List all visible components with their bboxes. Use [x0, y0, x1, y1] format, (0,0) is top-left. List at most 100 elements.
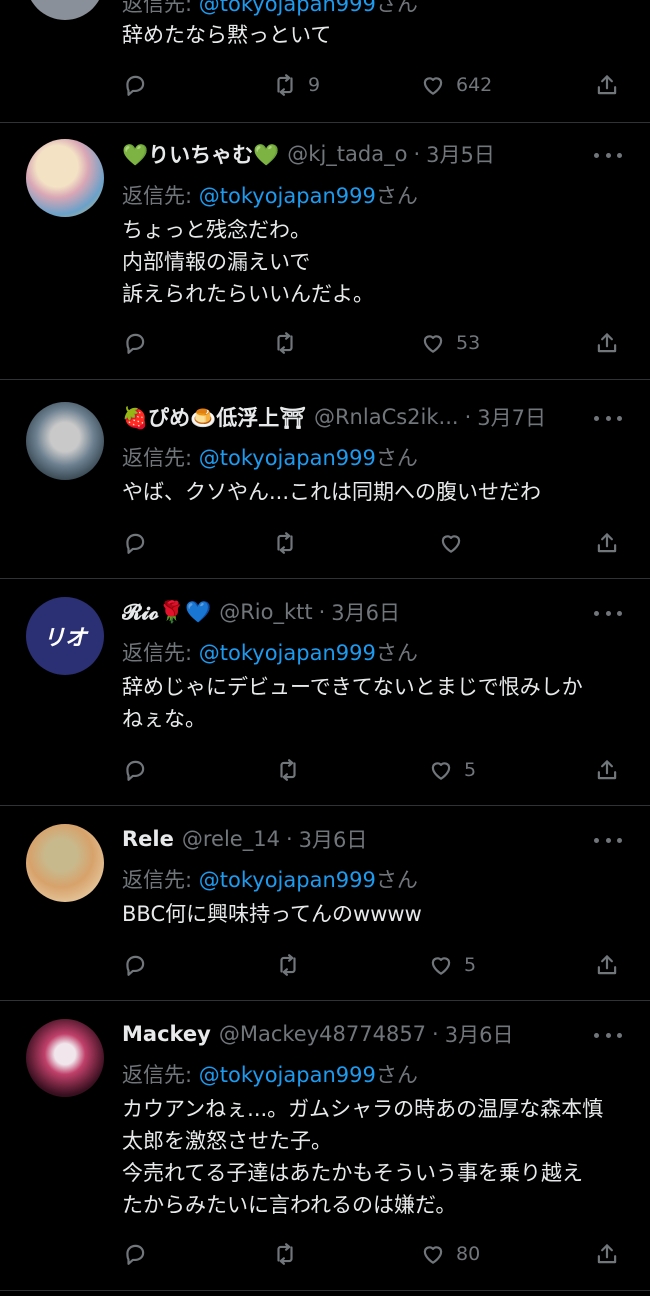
reply-bubble-icon	[126, 75, 145, 96]
like-button[interactable]: 642	[420, 68, 492, 102]
reply-tweet[interactable]: 返信先: @tokyojapan999さん 辞めたなら黙っといて 9 642	[0, 0, 650, 122]
like-count: 5	[464, 954, 477, 976]
retweet-arrows-icon	[277, 532, 293, 554]
share-upload-icon	[597, 75, 617, 95]
tweet-text: やば、クソやん...これは同期への腹いせだわ	[122, 480, 542, 504]
reply-button[interactable]	[122, 526, 148, 560]
more-dots-icon[interactable]	[594, 603, 622, 623]
reply-to-line: 返信先: @tokyojapan999さん	[122, 184, 418, 208]
avatar[interactable]	[26, 139, 104, 217]
like-button[interactable]: 5	[428, 753, 476, 787]
tweet-header: 🍓ぴめ🍮低浮上⛩ @RnlaCs2ik... · 3月7日	[122, 400, 594, 434]
avatar[interactable]	[26, 824, 104, 902]
tweet-date[interactable]: 3月5日	[426, 139, 495, 169]
mention-link[interactable]: @tokyojapan999	[199, 1063, 376, 1087]
like-count: 53	[456, 332, 481, 354]
tweet-actions: 53	[122, 326, 632, 360]
tweet-date[interactable]: 3月6日	[331, 597, 400, 627]
tweet-actions: 5	[122, 948, 632, 982]
more-dots-icon[interactable]	[594, 830, 622, 850]
avatar[interactable]	[26, 1019, 104, 1097]
mention-link[interactable]: @tokyojapan999	[199, 184, 376, 208]
reply-button[interactable]	[122, 1237, 148, 1271]
tweet-actions	[122, 526, 632, 560]
tweet-actions: 5	[122, 753, 632, 787]
retweet-arrows-icon	[280, 954, 296, 976]
retweet-arrows-icon	[280, 759, 296, 781]
tweet-header: Rele @rele_14 · 3月6日	[122, 822, 630, 856]
display-name[interactable]: Rele	[122, 827, 174, 851]
mention-link[interactable]: @tokyojapan999	[199, 446, 376, 470]
display-name[interactable]: 🍓ぴめ🍮低浮上⛩	[122, 402, 306, 432]
user-handle[interactable]: @Rio_ktt	[219, 600, 312, 624]
reply-tweet[interactable]: Mackey @Mackey48774857 · 3月6日 返信先: @toky…	[0, 1001, 650, 1291]
reply-tweet[interactable]: リオ 𝓡𝓲𝓸🌹💙 @Rio_ktt · 3月6日 返信先: @tokyojapa…	[0, 579, 650, 805]
reply-button[interactable]	[122, 753, 148, 787]
reply-to-line: 返信先: @tokyojapan999さん	[122, 641, 418, 665]
reply-bubble-icon	[126, 533, 145, 554]
like-button[interactable]: 80	[420, 1237, 480, 1271]
like-button[interactable]	[438, 526, 464, 560]
display-name[interactable]: 𝓡𝓲𝓸🌹💙	[122, 600, 211, 625]
user-handle[interactable]: @RnlaCs2ik...	[314, 405, 459, 429]
more-dots-icon[interactable]	[594, 1025, 622, 1045]
tweet-text: BBC何に興味持ってんのwwww	[122, 902, 422, 926]
reply-tweet[interactable]: Rele @rele_14 · 3月6日 返信先: @tokyojapan999…	[0, 806, 650, 1000]
tweet-date[interactable]: 3月7日	[477, 402, 546, 432]
tweet-date[interactable]: 3月6日	[445, 1019, 514, 1049]
like-button[interactable]: 53	[420, 326, 480, 360]
reply-bubble-icon	[126, 760, 145, 781]
mention-link[interactable]: @tokyojapan999	[199, 868, 376, 892]
tweet-header: 💚りいちゃむ💚 @kj_tada_o · 3月5日	[122, 137, 630, 171]
retweet-button[interactable]	[272, 1237, 298, 1271]
avatar[interactable]	[26, 402, 104, 480]
tweet-header: Mackey @Mackey48774857 · 3月6日	[122, 1017, 630, 1051]
retweet-button[interactable]	[272, 526, 298, 560]
user-handle[interactable]: @Mackey48774857	[219, 1022, 426, 1046]
reply-tweet[interactable]: 🍓ぴめ🍮低浮上⛩ @RnlaCs2ik... · 3月7日 返信先: @toky…	[0, 380, 650, 578]
share-button[interactable]	[594, 68, 620, 102]
like-count: 80	[456, 1243, 481, 1265]
share-button[interactable]	[594, 753, 620, 787]
reply-bubble-icon	[126, 333, 145, 354]
share-upload-icon	[597, 760, 617, 780]
share-button[interactable]	[594, 526, 620, 560]
retweet-button[interactable]	[272, 326, 298, 360]
user-handle[interactable]: @kj_tada_o	[287, 142, 407, 166]
mention-link[interactable]: @tokyojapan999	[199, 0, 376, 16]
like-count: 642	[456, 74, 493, 96]
tweet-actions: 80	[122, 1237, 632, 1271]
tweet-date[interactable]: 3月6日	[299, 824, 368, 854]
retweet-button[interactable]	[275, 948, 301, 982]
avatar[interactable]	[26, 0, 104, 20]
share-button[interactable]	[594, 948, 620, 982]
mention-link[interactable]: @tokyojapan999	[199, 641, 376, 665]
like-button[interactable]: 5	[428, 948, 476, 982]
retweet-button[interactable]: 9	[272, 68, 320, 102]
avatar[interactable]: リオ	[26, 597, 104, 675]
reply-to-line: 返信先: @tokyojapan999さん	[122, 446, 418, 470]
share-upload-icon	[597, 333, 617, 353]
tweet-text: カウアンねぇ...。ガムシャラの時あの温厚な森本慎 太郎を激怒させた子。 今売れ…	[122, 1097, 604, 1217]
reply-tweet[interactable]: 💚りいちゃむ💚 @kj_tada_o · 3月5日 返信先: @tokyojap…	[0, 123, 650, 379]
separator	[0, 1290, 650, 1291]
share-button[interactable]	[594, 1237, 620, 1271]
more-dots-icon[interactable]	[594, 145, 622, 165]
reply-bubble-icon	[126, 955, 145, 976]
more-dots-icon[interactable]	[594, 408, 622, 428]
heart-icon	[423, 77, 443, 95]
reply-to-line: 返信先: @tokyojapan999さん	[122, 0, 418, 18]
reply-button[interactable]	[122, 326, 148, 360]
retweet-button[interactable]	[275, 753, 301, 787]
retweet-arrows-icon	[277, 74, 293, 96]
tweet-text: ちょっと残念だわ。 内部情報の漏えいで 訴えられたらいいんだよ。	[122, 218, 374, 306]
reply-button[interactable]	[122, 948, 148, 982]
display-name[interactable]: 💚りいちゃむ💚	[122, 139, 279, 169]
reply-button[interactable]	[122, 68, 148, 102]
user-handle[interactable]: @rele_14	[182, 827, 280, 851]
tweet-text: 辞めたなら黙っといて	[122, 23, 332, 47]
tweet-actions: 9 642	[122, 68, 632, 102]
display-name[interactable]: Mackey	[122, 1022, 211, 1046]
share-button[interactable]	[594, 326, 620, 360]
retweet-count: 9	[308, 74, 321, 96]
